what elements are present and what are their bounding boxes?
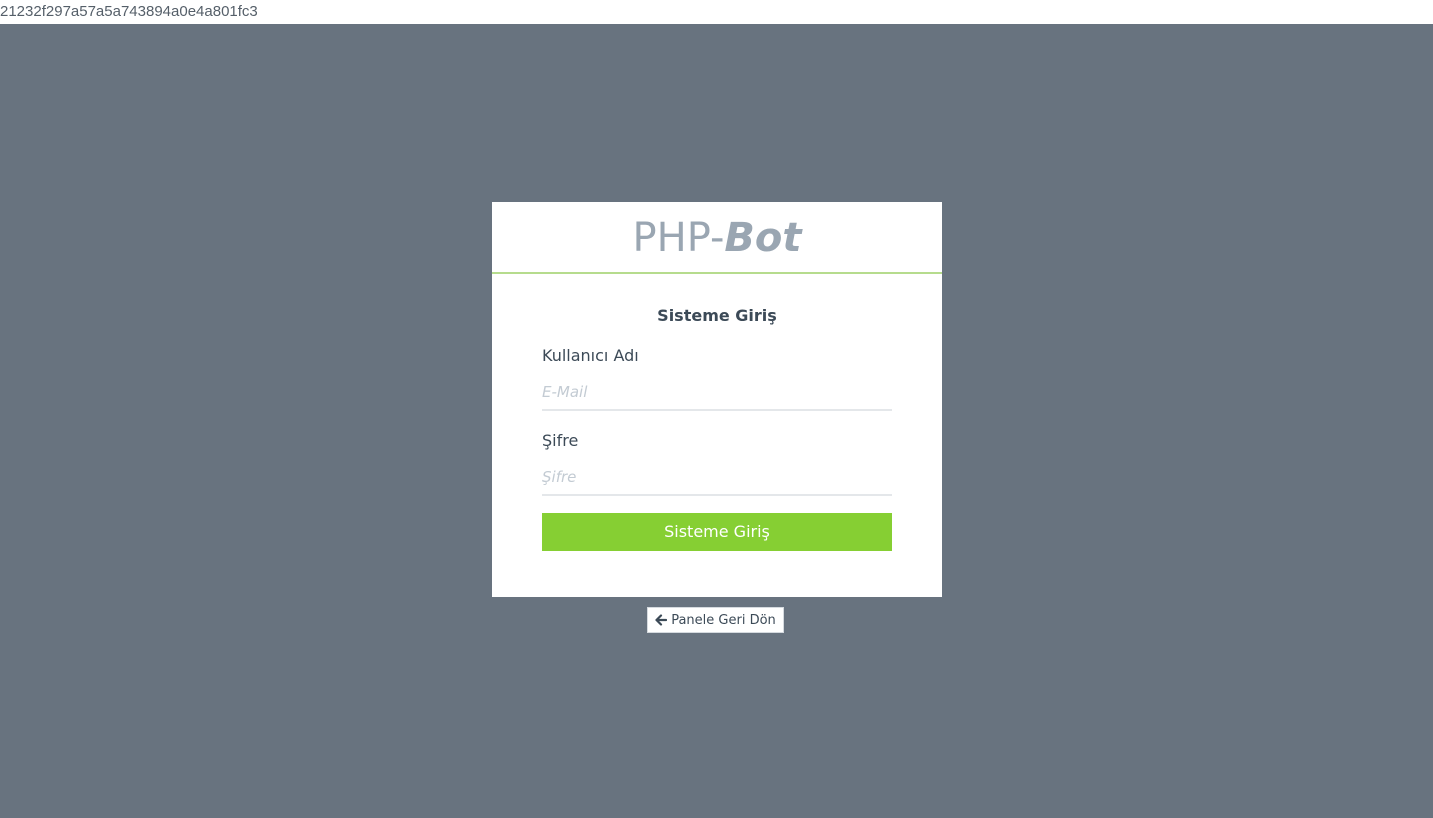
logo-suffix: Bot xyxy=(724,215,802,261)
login-card: PHP-Bot Sisteme Giriş Kullanıcı Adı Şifr… xyxy=(492,202,942,597)
form-title: Sisteme Giriş xyxy=(657,306,777,325)
email-input[interactable] xyxy=(542,375,892,411)
logo-prefix: PHP- xyxy=(632,215,725,261)
debug-hash-text: 21232f297a57a5a743894a0e4a801fc3 xyxy=(0,3,258,20)
debug-bar: 21232f297a57a5a743894a0e4a801fc3 xyxy=(0,0,1433,24)
back-to-panel-button[interactable]: Panele Geri Dön xyxy=(647,607,784,633)
login-submit-button[interactable]: Sisteme Giriş xyxy=(542,513,892,551)
logo: PHP-Bot xyxy=(492,214,942,262)
username-label: Kullanıcı Adı xyxy=(542,346,639,365)
password-input[interactable] xyxy=(542,460,892,496)
card-header: PHP-Bot xyxy=(492,202,942,274)
back-to-panel-label: Panele Geri Dön xyxy=(671,612,776,628)
password-label: Şifre xyxy=(542,431,579,450)
arrow-left-icon xyxy=(655,614,668,626)
